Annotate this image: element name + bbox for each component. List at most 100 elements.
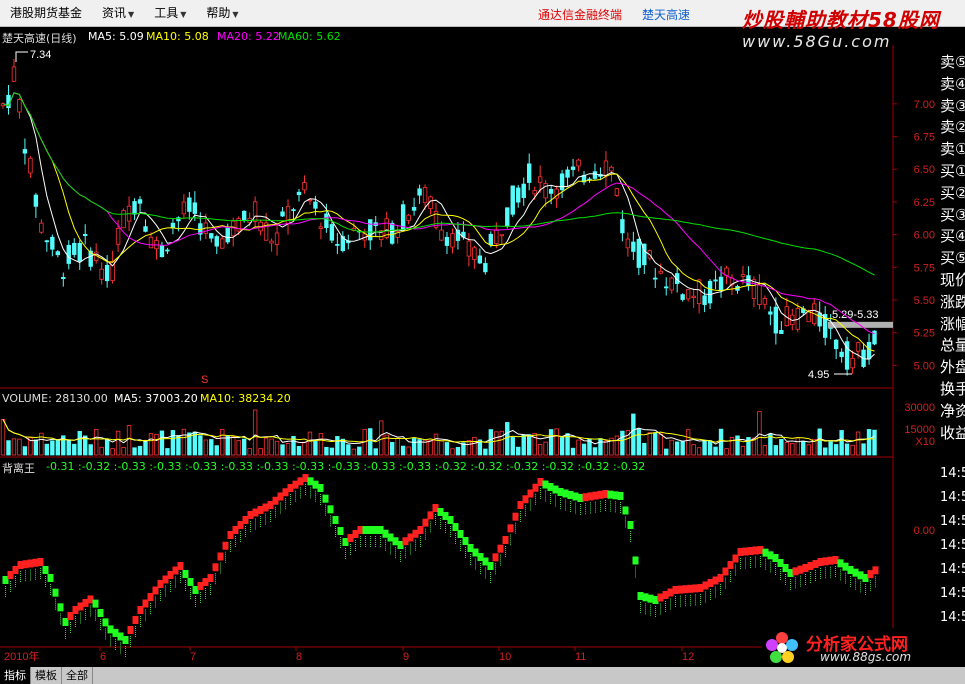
indicator-block [417, 526, 424, 534]
indicator-block [122, 636, 129, 644]
indicator-dot [475, 558, 476, 560]
indicator-dot [390, 549, 391, 551]
indicator-dot [355, 550, 356, 551]
indicator-dot [370, 544, 371, 545]
indicator-dot [795, 577, 796, 579]
indicator-block [47, 574, 54, 582]
volume-bar [285, 443, 291, 456]
indicator-dot [170, 585, 171, 586]
tab-indicators[interactable]: 指标 [0, 667, 31, 684]
indicator-dot [515, 532, 516, 534]
indicator-dot [50, 586, 51, 587]
volume-bar [784, 442, 790, 456]
indicator-dot [240, 533, 241, 534]
volume-bar [379, 420, 384, 456]
indicator-dot [680, 603, 681, 605]
tab-templates[interactable]: 模板 [31, 667, 62, 684]
indicator-dot [510, 542, 511, 544]
menu-hk-futures-funds[interactable]: 港股期货基金 [0, 0, 92, 27]
indicator-dot [775, 572, 776, 573]
indicator-dot [855, 588, 856, 590]
indicator-dot [280, 510, 281, 512]
candle-up [609, 166, 614, 172]
indicator-dot [765, 566, 766, 568]
watermark-url: www.58Gu.com [742, 32, 892, 51]
indicator-value: :-0.32 [466, 460, 503, 473]
indicator-dot [865, 586, 866, 587]
volume-bar [411, 438, 417, 456]
indicator-dot [670, 600, 671, 602]
volume-bar [93, 429, 99, 456]
promo-text[interactable]: 通达信金融终端 [538, 6, 622, 23]
indicator-dot [505, 556, 506, 557]
indicator-dot [300, 495, 301, 497]
indicator-dot [330, 515, 331, 517]
indicator-value: :-0.32 [74, 460, 111, 473]
indicator-dot [715, 592, 716, 594]
indicator-dot [320, 500, 321, 501]
indicator-dot [440, 526, 441, 527]
indicator-dot [405, 549, 406, 551]
candle-up [220, 238, 225, 249]
indicator-dot [735, 564, 736, 566]
indicator-dot [720, 592, 721, 593]
indicator-dot [530, 501, 531, 503]
indicator-dot [205, 592, 206, 593]
indicator-dot [730, 575, 731, 576]
volume-bar [581, 443, 587, 456]
indicator-dot [750, 557, 751, 558]
indicator-block [207, 574, 214, 582]
indicator-dot [580, 510, 581, 511]
volume-bar [483, 448, 488, 456]
indicator-dot [245, 526, 246, 527]
indicator-dot [360, 542, 361, 543]
indicator-dot [105, 638, 106, 640]
indicator-dot [520, 521, 521, 522]
indicator-dot [220, 572, 221, 574]
volume-bar [231, 436, 236, 456]
indicator-dot [165, 595, 166, 597]
indicator-dot [500, 554, 501, 556]
indicator-dot [295, 494, 296, 496]
candle-down [137, 199, 143, 204]
menu-help[interactable]: 帮助 ▼ [196, 0, 248, 27]
chart-canvas[interactable]: 7.345.29-5.334.95S 7.006.756.506.256.005… [0, 0, 965, 684]
indicator-dot [245, 530, 246, 531]
indicator-dot [85, 610, 86, 612]
indicator-dot [835, 566, 836, 567]
indicator-dot [210, 588, 211, 589]
volume-bar [773, 445, 779, 456]
indicator-dot [730, 579, 731, 580]
indicator-dot [255, 520, 256, 522]
indicator-dot [375, 540, 376, 541]
indicator-dot [410, 543, 411, 545]
indicator-dot [40, 576, 41, 577]
indicator-dot [250, 521, 251, 522]
indicator-dot [45, 576, 46, 577]
candle-down [444, 236, 450, 246]
volume-bar [603, 440, 609, 456]
indicator-dot [330, 517, 331, 519]
volume-bar [822, 447, 828, 456]
indicator-dot [575, 512, 576, 514]
menu-tools[interactable]: 工具 ▼ [144, 0, 196, 27]
quote-field-label: 现价 [940, 270, 965, 289]
indicator-dot [315, 490, 316, 492]
indicator-dot [595, 505, 596, 507]
indicator-dot [740, 558, 741, 559]
tab-all[interactable]: 全部 [62, 667, 93, 684]
indicator-dot [140, 618, 141, 619]
indicator-dot [530, 505, 531, 507]
indicator-dot [95, 609, 96, 611]
indicator-dot [860, 585, 861, 587]
indicator-dot [655, 608, 656, 609]
stock-name-link[interactable]: 楚天高速 [642, 6, 690, 23]
indicator-dot [345, 556, 346, 557]
volume-bar [181, 428, 187, 456]
indicator-dot [735, 574, 736, 576]
indicator-value: -0.31 [46, 460, 75, 473]
indicator-block [627, 521, 634, 529]
indicator-dot [810, 582, 811, 583]
indicator-dot [15, 578, 16, 579]
menu-news[interactable]: 资讯 ▼ [92, 0, 144, 27]
